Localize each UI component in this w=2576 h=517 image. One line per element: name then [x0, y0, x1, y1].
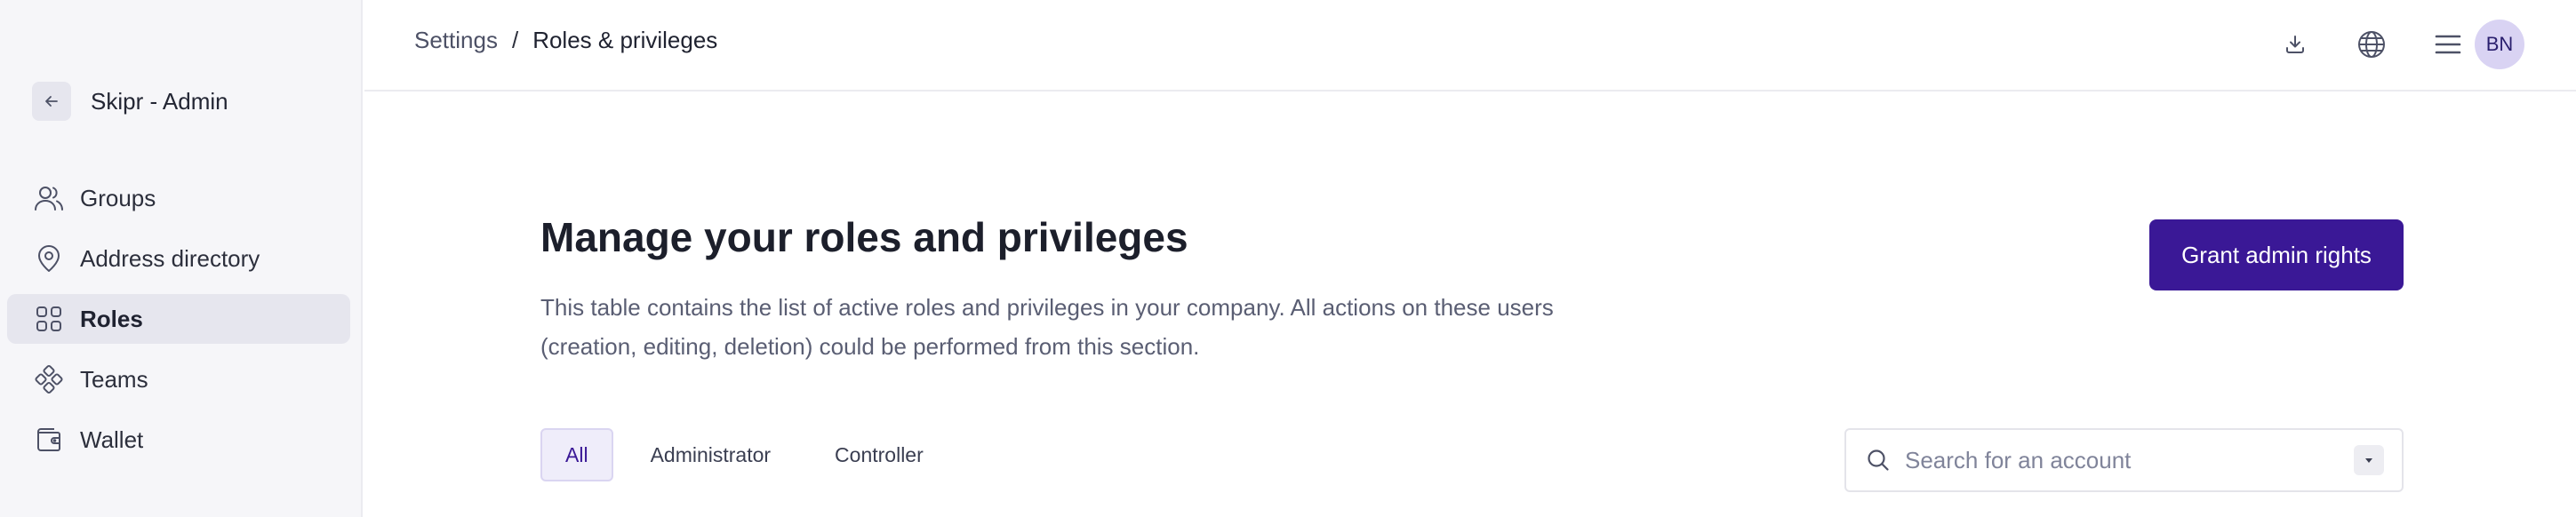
map-pin-icon — [34, 243, 64, 274]
sidebar-item-teams[interactable]: Teams — [7, 354, 350, 404]
search-icon — [1868, 449, 1889, 471]
tab-administrator[interactable]: Administrator — [624, 428, 797, 481]
tab-controller[interactable]: Controller — [808, 428, 950, 481]
arrow-left-icon — [45, 96, 58, 107]
language-button[interactable] — [2347, 20, 2396, 69]
breadcrumb: Settings / Roles & privileges — [414, 27, 717, 54]
grant-admin-rights-button[interactable]: Grant admin rights — [2149, 219, 2404, 290]
sidebar-item-groups[interactable]: Groups — [7, 173, 350, 223]
teams-icon — [34, 364, 64, 394]
globe-icon — [2358, 31, 2385, 58]
sidebar-item-label: Teams — [80, 365, 148, 393]
users-icon — [34, 183, 64, 213]
sidebar-item-roles[interactable]: Roles — [7, 294, 350, 344]
top-bar: Settings / Roles & privileges BN — [364, 0, 2576, 91]
hamburger-menu-icon — [2435, 35, 2461, 54]
caret-down-icon — [2365, 458, 2372, 463]
sidebar-item-wallet[interactable]: Wallet — [7, 415, 350, 465]
avatar[interactable]: BN — [2475, 20, 2524, 69]
account-search[interactable]: Search for an account — [1844, 428, 2404, 492]
search-dropdown-toggle[interactable] — [2354, 445, 2384, 475]
download-icon — [2286, 36, 2304, 53]
tab-all[interactable]: All — [540, 428, 613, 481]
breadcrumb-current: Roles & privileges — [532, 27, 718, 53]
app-header: Skipr - Admin — [32, 82, 228, 121]
grid-icon — [34, 304, 64, 334]
back-button[interactable] — [32, 82, 71, 121]
sidebar-nav: Groups Address directory Roles Teams Wal… — [7, 173, 350, 475]
wallet-icon — [34, 425, 64, 455]
page-description: This table contains the list of active r… — [540, 294, 1554, 360]
sidebar: Skipr - Admin Groups Address directory R… — [0, 0, 363, 517]
breadcrumb-settings-link[interactable]: Settings — [414, 27, 498, 54]
menu-button[interactable] — [2423, 20, 2473, 69]
sidebar-item-label: Roles — [80, 305, 143, 332]
search-input[interactable]: Search for an account — [1905, 447, 2354, 474]
page-title: Manage your roles and privileges — [540, 214, 1188, 260]
top-actions: BN — [2270, 20, 2524, 69]
role-filter-tabs: All Administrator Controller — [540, 428, 950, 481]
app-title: Skipr - Admin — [91, 87, 228, 115]
sidebar-item-label: Groups — [80, 184, 156, 211]
sidebar-item-address-directory[interactable]: Address directory — [7, 234, 350, 283]
download-button[interactable] — [2270, 20, 2320, 69]
breadcrumb-separator: / — [511, 27, 519, 53]
sidebar-item-label: Wallet — [80, 426, 144, 453]
sidebar-item-label: Address directory — [80, 244, 260, 272]
